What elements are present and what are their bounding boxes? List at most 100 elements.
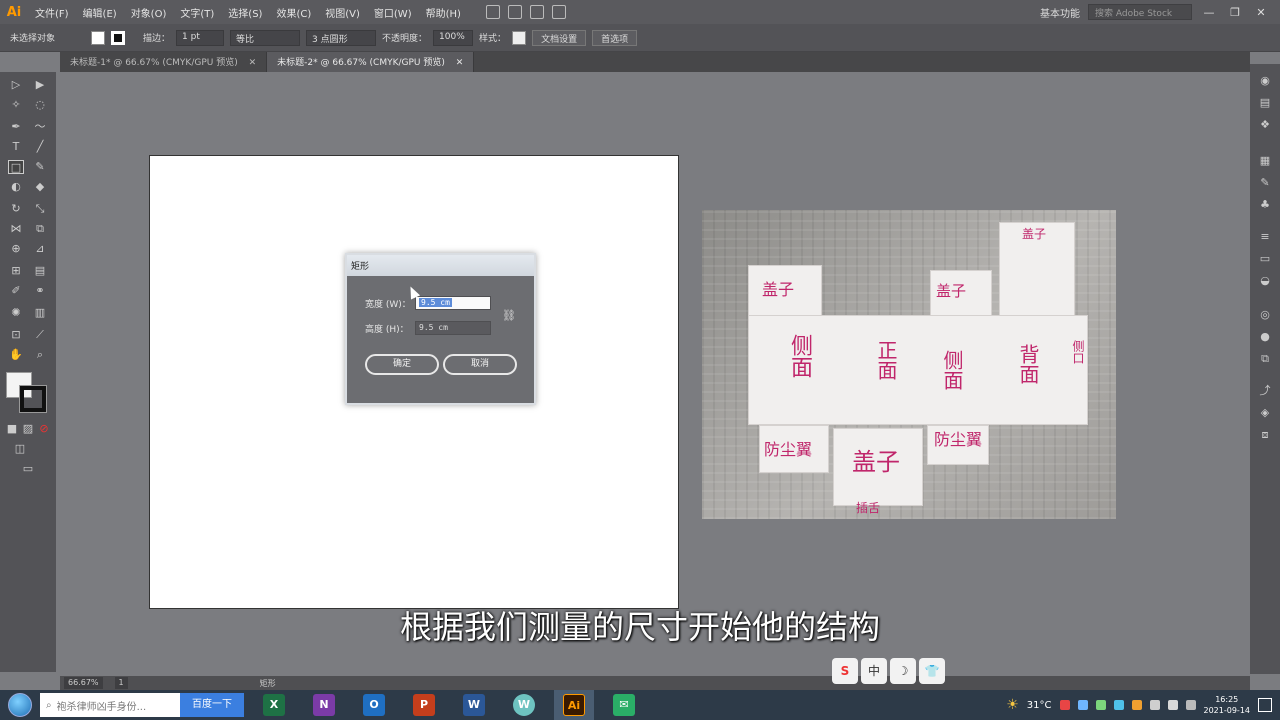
transparency-panel-icon[interactable]: ◒ [1258, 274, 1272, 288]
zoom-field[interactable]: 66.67% [64, 677, 103, 689]
draw-mode-icon[interactable]: ◫ [12, 442, 28, 456]
gradient-mode-icon[interactable]: ▨ [20, 422, 36, 436]
tray-app-icon[interactable] [1095, 700, 1106, 710]
tab-untitled-1[interactable]: 未标题-1* @ 66.67% (CMYK/GPU 预览) ✕ [60, 52, 268, 72]
symbols-panel-icon[interactable]: ♣ [1258, 198, 1272, 212]
mesh-tool-icon[interactable]: ⊞ [8, 264, 24, 278]
opacity-field[interactable]: 100% [433, 29, 474, 46]
style-swatch[interactable] [512, 30, 527, 45]
stroke-weight-field[interactable]: 1 pt [176, 29, 225, 46]
menu-select[interactable]: 选择(S) [221, 5, 269, 20]
search-button[interactable]: 百度一下 [180, 693, 244, 717]
menu-edit[interactable]: 编辑(E) [76, 5, 124, 20]
bridge-icon[interactable] [485, 5, 500, 19]
selection-tool-icon[interactable]: ▷ [8, 78, 24, 92]
scale-tool-icon[interactable]: ⤡ [32, 202, 48, 216]
libraries-panel-icon[interactable]: ▤ [1258, 96, 1272, 110]
direct-selection-tool-icon[interactable]: ▶ [32, 78, 48, 92]
magic-wand-tool-icon[interactable]: ✧ [8, 98, 24, 112]
free-transform-tool-icon[interactable]: ⧉ [32, 222, 48, 236]
color-mode-icon[interactable]: ■ [4, 422, 20, 436]
tray-app-icon[interactable] [1131, 700, 1142, 710]
temperature-label[interactable]: 31°C [1027, 700, 1052, 711]
notification-icon[interactable] [1258, 698, 1272, 712]
ime-language-toggle[interactable]: 中 [861, 658, 887, 684]
menu-type[interactable]: 文字(T) [173, 5, 221, 20]
curvature-tool-icon[interactable]: 〜 [32, 120, 48, 134]
powerpoint-app[interactable]: P [404, 690, 444, 720]
wps-app[interactable]: W [504, 690, 544, 720]
lasso-tool-icon[interactable]: ◌ [32, 98, 48, 112]
paintbrush-tool-icon[interactable]: ✎ [32, 160, 48, 174]
workspace-switcher[interactable]: 基本功能 [1040, 5, 1080, 20]
appearance-panel-icon[interactable]: ◎ [1258, 308, 1272, 322]
shape-builder-tool-icon[interactable]: ⊕ [8, 242, 24, 256]
artboard-tool-icon[interactable]: ⊡ [8, 328, 24, 342]
illustrator-app[interactable]: Ai [554, 690, 594, 720]
height-field[interactable]: 9.5 cm [415, 321, 491, 335]
gradient-tool-icon[interactable]: ▤ [32, 264, 48, 278]
ok-button[interactable]: 确定 [365, 354, 439, 375]
screen-mode-icon[interactable]: ▭ [20, 462, 36, 476]
ime-tray-icon[interactable] [1185, 700, 1196, 710]
menu-effect[interactable]: 效果(C) [269, 5, 318, 20]
stroke-color-box[interactable] [19, 385, 47, 413]
zoom-tool-icon[interactable]: ⌕ [32, 348, 48, 362]
tab-close-icon[interactable]: ✕ [249, 58, 257, 68]
rectangle-tool-icon[interactable]: □ [8, 160, 24, 174]
tab-close-icon[interactable]: ✕ [456, 58, 464, 68]
maximize-button[interactable]: ❐ [1226, 6, 1244, 19]
eraser-tool-icon[interactable]: ◆ [32, 180, 48, 194]
color-guide-panel-icon[interactable]: ❖ [1258, 118, 1272, 132]
cancel-button[interactable]: 取消 [443, 354, 517, 375]
stock-search-input[interactable]: 搜索 Adobe Stock [1088, 4, 1192, 20]
width-field[interactable]: 9.5 cm [415, 296, 491, 310]
preferences-button[interactable]: 首选项 [592, 29, 638, 46]
placed-photo[interactable]: 盖子 盖子 盖子 侧面 正面 侧面 背面 侧口 防尘翼 盖子 防尘翼 插舌 [702, 210, 1116, 519]
brush-select[interactable]: 3 点圆形 [306, 29, 377, 46]
menu-view[interactable]: 视图(V) [318, 5, 367, 20]
export-panel-icon[interactable]: ⤴ [1258, 384, 1272, 398]
eyedropper-tool-icon[interactable]: ✐ [8, 284, 24, 298]
close-button[interactable]: ✕ [1252, 6, 1270, 19]
tray-app-icon[interactable] [1113, 700, 1124, 710]
taskbar-search-input[interactable]: ⌕ 袍杀律师凶手身份... [40, 693, 180, 717]
stroke-panel-icon[interactable]: ≡ [1258, 230, 1272, 244]
tray-app-icon[interactable] [1059, 700, 1070, 710]
rotate-tool-icon[interactable]: ↻ [8, 202, 24, 216]
chain-link-icon[interactable]: ⛓ [502, 310, 516, 322]
menu-help[interactable]: 帮助(H) [419, 5, 468, 20]
stroke-color-swatch[interactable] [111, 30, 126, 45]
fill-color-swatch[interactable] [91, 30, 106, 45]
none-mode-icon[interactable]: ⊘ [36, 422, 52, 436]
type-tool-icon[interactable]: T [8, 140, 24, 154]
network-icon[interactable] [1149, 700, 1160, 710]
color-panel-icon[interactable]: ◉ [1258, 74, 1272, 88]
outlook-app[interactable]: O [354, 690, 394, 720]
artboards-panel-icon[interactable]: ⧈ [1258, 428, 1272, 442]
symbol-sprayer-tool-icon[interactable]: ✺ [8, 306, 24, 320]
width-tool-icon[interactable]: ⋈ [8, 222, 24, 236]
column-graph-tool-icon[interactable]: ▥ [32, 306, 48, 320]
stroke-profile-select[interactable]: 等比 [230, 29, 301, 46]
excel-app[interactable]: X [254, 690, 294, 720]
graphic-styles-panel-icon[interactable]: ● [1258, 330, 1272, 344]
arrange-documents-icon[interactable] [529, 5, 544, 19]
shaper-tool-icon[interactable]: ◐ [8, 180, 24, 194]
blend-tool-icon[interactable]: ⚭ [32, 284, 48, 298]
menu-object[interactable]: 对象(O) [124, 5, 174, 20]
menu-window[interactable]: 窗口(W) [367, 5, 419, 20]
artboard-navigator[interactable]: 1 [114, 677, 128, 689]
gpu-performance-icon[interactable] [551, 5, 566, 19]
line-tool-icon[interactable]: ╱ [32, 140, 48, 154]
slice-tool-icon[interactable]: ⟋ [32, 328, 48, 342]
tab-untitled-2[interactable]: 未标题-2* @ 66.67% (CMYK/GPU 预览) ✕ [267, 52, 475, 72]
hand-tool-icon[interactable]: ✋ [8, 348, 24, 362]
gradient-panel-icon[interactable]: ▭ [1258, 252, 1272, 266]
onenote-app[interactable]: N [304, 690, 344, 720]
ime-punctuation-icon[interactable]: ☽ [890, 658, 916, 684]
wechat-app[interactable]: ✉ [604, 690, 644, 720]
asset-export-panel-icon[interactable]: ⧉ [1258, 352, 1272, 366]
swatches-panel-icon[interactable]: ▦ [1258, 154, 1272, 168]
brushes-panel-icon[interactable]: ✎ [1258, 176, 1272, 190]
